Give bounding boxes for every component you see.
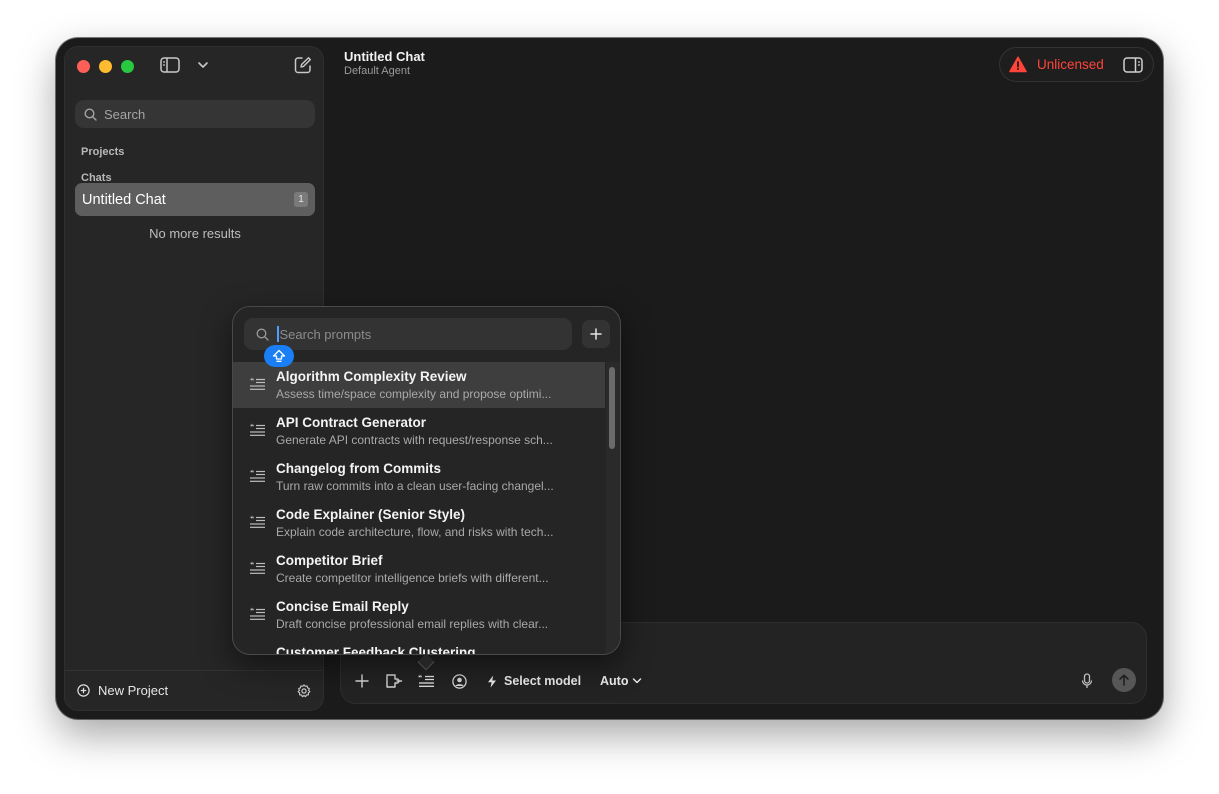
- bolt-icon: [488, 675, 496, 687]
- no-more-results-label: No more results: [149, 226, 241, 241]
- svg-text:❝: ❝: [250, 515, 254, 523]
- svg-text:❝: ❝: [250, 561, 254, 569]
- arrow-up-icon: [1119, 674, 1129, 686]
- right-panel-toggle-icon[interactable]: [1123, 57, 1143, 73]
- context-icon: [386, 674, 403, 688]
- search-icon: [84, 107, 97, 121]
- svg-text:❝: ❝: [250, 607, 254, 615]
- prompt-description: Assess time/space complexity and propose…: [276, 387, 552, 401]
- prompt-icon: ❝: [250, 607, 265, 620]
- prompt-icon: ❝: [250, 423, 265, 436]
- shift-key-icon: [272, 349, 286, 362]
- agent-subtitle: Default Agent: [344, 65, 411, 77]
- chevron-down-icon[interactable]: [196, 57, 210, 73]
- plus-icon: [590, 328, 602, 340]
- prompt-picker-popover: ❝ Algorithm Complexity Review Assess tim…: [232, 306, 621, 655]
- select-model-button[interactable]: Select model: [487, 671, 581, 691]
- prompt-icon: ❝: [250, 515, 265, 528]
- plus-circle-icon[interactable]: [77, 684, 90, 697]
- new-project-button[interactable]: New Project: [98, 683, 168, 698]
- prompt-title: Competitor Brief: [276, 553, 383, 568]
- license-status-label: Unlicensed: [1037, 57, 1104, 72]
- text-cursor: [277, 326, 279, 342]
- prompt-list-item[interactable]: ❝ Code Explainer (Senior Style) Explain …: [233, 500, 605, 546]
- prompt-title: API Contract Generator: [276, 415, 427, 430]
- prompt-icon: ❝: [250, 377, 265, 390]
- minimize-window-button[interactable]: [99, 60, 112, 73]
- auto-mode-label: Auto: [600, 674, 629, 688]
- prompt-list-item[interactable]: ❝ Concise Email Reply Draft concise prof…: [233, 592, 605, 638]
- prompt-library-icon: ❝: [418, 674, 434, 687]
- add-prompt-button[interactable]: [582, 320, 610, 348]
- projects-section-label: Projects: [81, 146, 125, 158]
- prompt-list-item[interactable]: ❝ Competitor Brief Create competitor int…: [233, 546, 605, 592]
- gear-icon[interactable]: [297, 684, 311, 698]
- send-button[interactable]: [1112, 668, 1136, 692]
- svg-text:❝: ❝: [250, 377, 254, 385]
- search-icon: [256, 328, 269, 341]
- chat-item-badge: 1: [294, 192, 308, 207]
- plus-icon: [355, 674, 369, 688]
- prompt-list-item[interactable]: ❝ API Contract Generator Generate API co…: [233, 408, 605, 454]
- sidebar-footer: New Project: [65, 670, 323, 710]
- agent-button[interactable]: [452, 671, 468, 691]
- context-button[interactable]: [385, 671, 403, 691]
- user-circle-icon: [452, 673, 467, 689]
- prompt-title: Code Explainer (Senior Style): [276, 507, 466, 522]
- license-status-pill[interactable]: Unlicensed: [999, 47, 1154, 82]
- svg-text:❝: ❝: [250, 469, 254, 477]
- svg-text:❝: ❝: [250, 423, 254, 431]
- chat-title: Untitled Chat: [344, 49, 425, 64]
- prompt-title: Customer Feedback Clustering: [276, 645, 476, 655]
- auto-mode-dropdown[interactable]: Auto: [600, 671, 642, 691]
- prompt-icon: ❝: [250, 469, 265, 482]
- sidebar-toggle-icon[interactable]: [160, 57, 180, 73]
- prompt-list: ❝ Algorithm Complexity Review Assess tim…: [233, 362, 605, 655]
- add-attachment-button[interactable]: [355, 671, 371, 691]
- sidebar-search-input[interactable]: Search: [75, 100, 315, 128]
- prompt-description: Turn raw commits into a clean user-facin…: [276, 479, 554, 493]
- new-chat-icon[interactable]: [294, 56, 312, 74]
- prompt-description: Create competitor intelligence briefs wi…: [276, 571, 549, 585]
- warning-icon: [1009, 56, 1027, 73]
- prompt-title: Changelog from Commits: [276, 461, 442, 476]
- app-window: Search Projects Chats Untitled Chat 1 No…: [56, 38, 1163, 719]
- prompt-title: Algorithm Complexity Review: [276, 369, 467, 384]
- svg-text:❝: ❝: [418, 674, 422, 682]
- chat-item-title: Untitled Chat: [82, 191, 166, 208]
- prompts-button[interactable]: ❝: [418, 671, 436, 691]
- prompt-description: Explain code architecture, flow, and ris…: [276, 525, 554, 539]
- prompt-list-item[interactable]: Customer Feedback Clustering: [233, 638, 605, 655]
- microphone-icon: [1081, 673, 1093, 688]
- prompt-list-item[interactable]: ❝ Algorithm Complexity Review Assess tim…: [233, 362, 605, 408]
- close-window-button[interactable]: [77, 60, 90, 73]
- prompt-search-input[interactable]: [279, 326, 550, 342]
- window-controls: [77, 60, 134, 73]
- prompt-description: Generate API contracts with request/resp…: [276, 433, 553, 447]
- prompt-description: Draft concise professional email replies…: [276, 617, 549, 631]
- shift-key-badge: [264, 345, 294, 367]
- prompt-list-item[interactable]: ❝ Changelog from Commits Turn raw commit…: [233, 454, 605, 500]
- prompt-title: Concise Email Reply: [276, 599, 409, 614]
- chat-list-item[interactable]: Untitled Chat 1: [75, 183, 315, 216]
- prompt-search-field[interactable]: [244, 318, 572, 350]
- sidebar-search-placeholder: Search: [104, 106, 146, 122]
- prompt-list-scrollbar[interactable]: [609, 367, 615, 449]
- prompt-icon: ❝: [250, 561, 265, 574]
- microphone-button[interactable]: [1081, 671, 1097, 691]
- chevron-down-icon: [633, 678, 642, 684]
- select-model-label: Select model: [504, 674, 582, 688]
- zoom-window-button[interactable]: [121, 60, 134, 73]
